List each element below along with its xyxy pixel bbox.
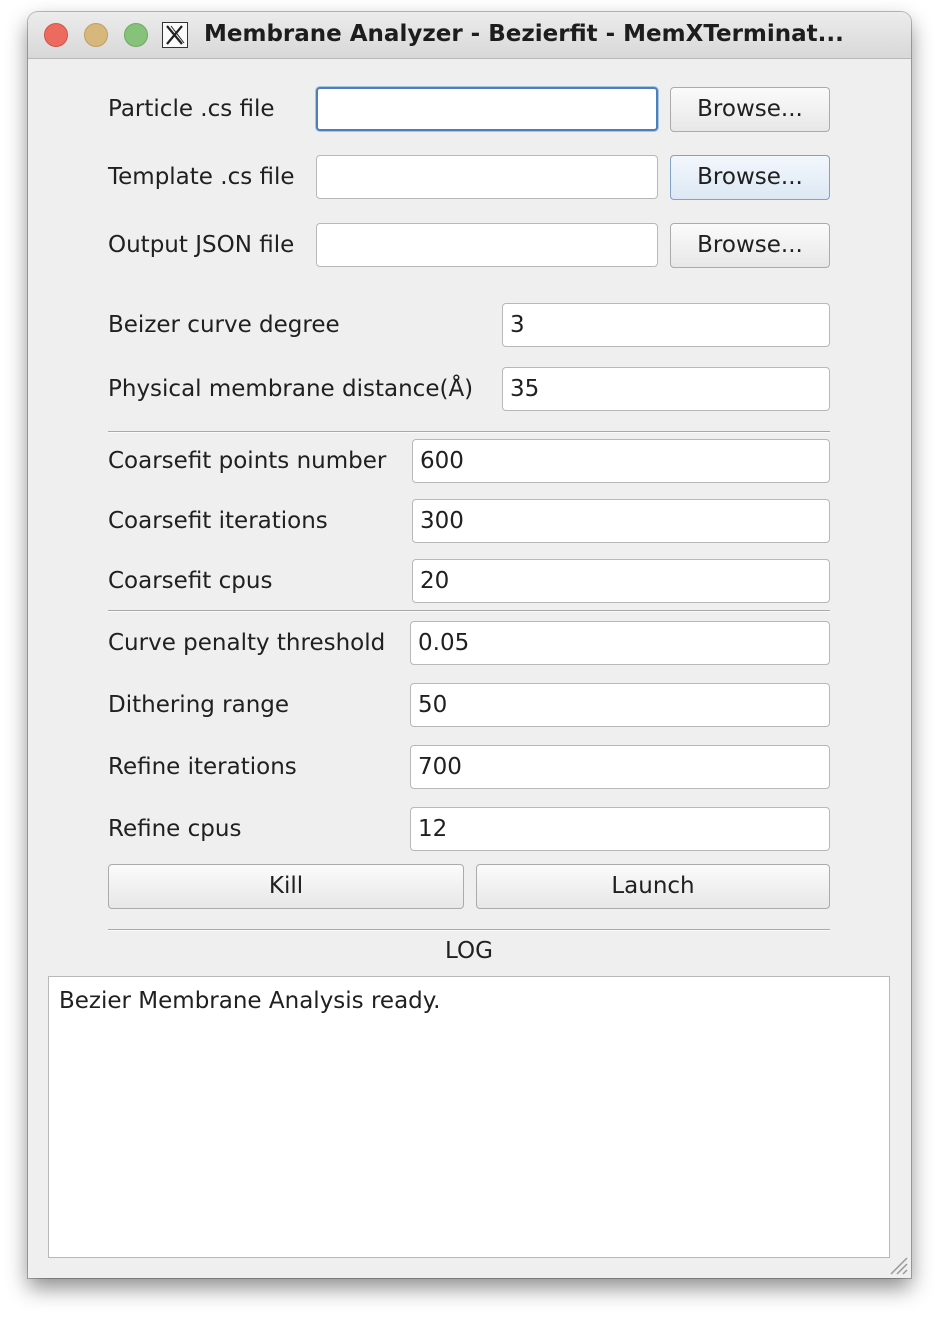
output-browse-button[interactable]: Browse... — [670, 223, 830, 268]
launch-button[interactable]: Launch — [476, 864, 830, 909]
log-text: Bezier Membrane Analysis ready. — [59, 988, 441, 1014]
output-file-label: Output JSON file — [108, 232, 295, 258]
kill-button[interactable]: Kill — [108, 864, 464, 909]
separator — [108, 431, 830, 433]
separator — [108, 610, 830, 612]
particle-browse-button[interactable]: Browse... — [670, 87, 830, 132]
window-title: Membrane Analyzer - Bezierfit - MemXTerm… — [204, 21, 844, 47]
curve-penalty-label: Curve penalty threshold — [108, 630, 386, 656]
bezier-degree-input[interactable]: 3 — [502, 303, 830, 347]
title-bar[interactable]: Membrane Analyzer - Bezierfit - MemXTerm… — [28, 12, 911, 59]
xquartz-icon — [162, 22, 188, 48]
refine-iterations-label: Refine iterations — [108, 754, 297, 780]
minimize-icon[interactable] — [84, 23, 108, 47]
particle-file-input[interactable] — [316, 87, 658, 131]
close-icon[interactable] — [44, 23, 68, 47]
coarsefit-points-label: Coarsefit points number — [108, 448, 387, 474]
app-window: Membrane Analyzer - Bezierfit - MemXTerm… — [28, 12, 911, 1278]
log-output[interactable]: Bezier Membrane Analysis ready. — [48, 976, 890, 1258]
refine-iterations-input[interactable]: 700 — [410, 745, 830, 789]
refine-cpus-input[interactable]: 12 — [410, 807, 830, 851]
maximize-icon[interactable] — [124, 23, 148, 47]
coarsefit-iterations-input[interactable]: 300 — [412, 499, 830, 543]
membrane-distance-input[interactable]: 35 — [502, 367, 830, 411]
template-file-label: Template .cs file — [108, 164, 295, 190]
bezier-degree-label: Beizer curve degree — [108, 312, 340, 338]
output-file-input[interactable] — [316, 223, 658, 267]
coarsefit-cpus-label: Coarsefit cpus — [108, 568, 273, 594]
coarsefit-iterations-label: Coarsefit iterations — [108, 508, 328, 534]
coarsefit-cpus-input[interactable]: 20 — [412, 559, 830, 603]
coarsefit-points-input[interactable]: 600 — [412, 439, 830, 483]
log-title: LOG — [445, 938, 493, 964]
membrane-distance-label: Physical membrane distance(Å) — [108, 376, 474, 402]
template-browse-button[interactable]: Browse... — [670, 155, 830, 200]
particle-file-label: Particle .cs file — [108, 96, 275, 122]
dithering-range-label: Dithering range — [108, 692, 290, 718]
refine-cpus-label: Refine cpus — [108, 816, 242, 842]
separator — [108, 929, 830, 931]
resize-grip-icon[interactable] — [883, 1250, 909, 1276]
dithering-range-input[interactable]: 50 — [410, 683, 830, 727]
template-file-input[interactable] — [316, 155, 658, 199]
curve-penalty-input[interactable]: 0.05 — [410, 621, 830, 665]
